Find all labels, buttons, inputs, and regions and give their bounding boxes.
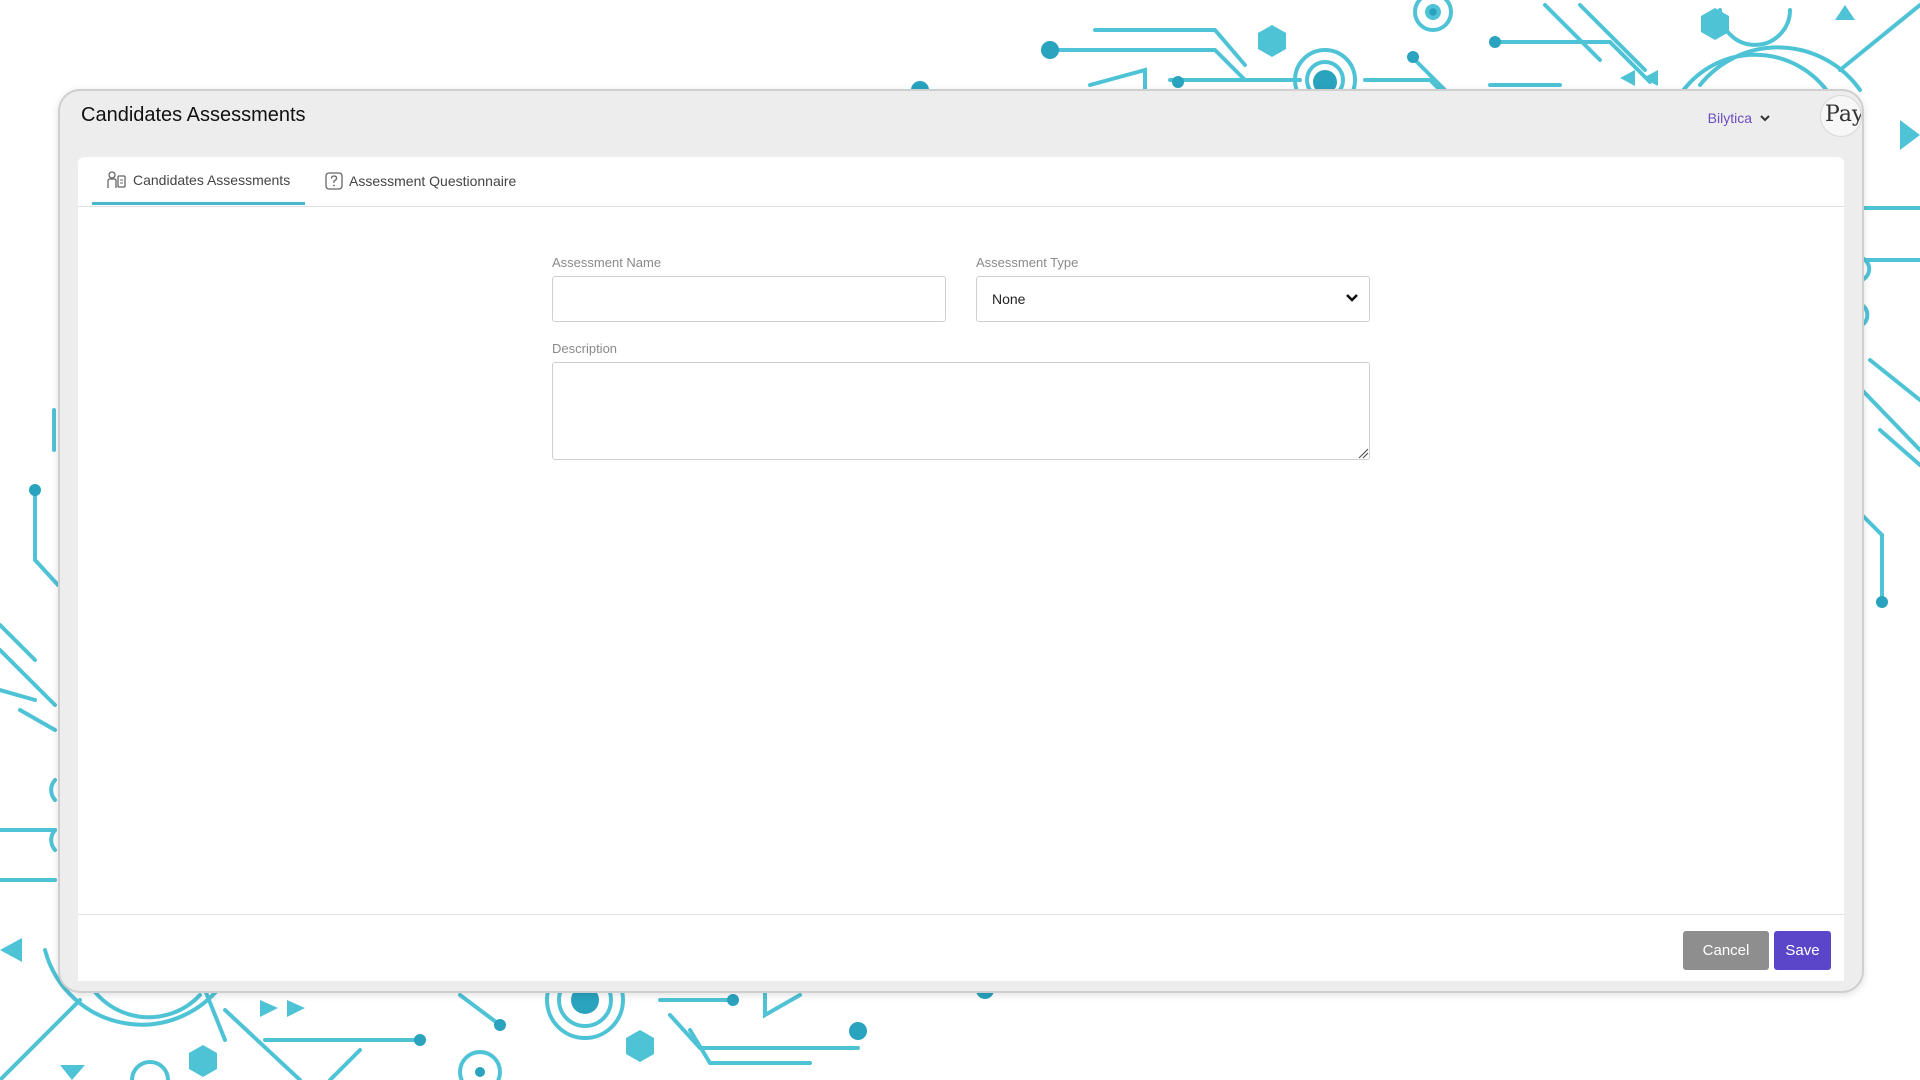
description-textarea[interactable] (552, 362, 1370, 460)
assessment-type-select[interactable]: None (976, 276, 1370, 322)
dialog-titlebar: Candidates Assessments Bilytica Pay (60, 91, 1862, 157)
save-button[interactable]: Save (1774, 931, 1831, 970)
assessment-type-selected-value: None (992, 291, 1026, 307)
footer-divider (78, 914, 1844, 915)
main-panel: Candidates Assessments Assessment Questi… (78, 157, 1844, 981)
question-box-icon (325, 172, 343, 190)
tab-assessment-questionnaire[interactable]: Assessment Questionnaire (310, 157, 531, 205)
description-label: Description (552, 341, 618, 356)
org-switcher[interactable]: Bilytica (1708, 110, 1772, 126)
assessment-type-label: Assessment Type (976, 255, 1079, 270)
assessment-dialog-window: Candidates Assessments Bilytica Pay Cand… (58, 89, 1864, 993)
assessment-name-label: Assessment Name (552, 255, 662, 270)
assessment-people-icon (107, 170, 126, 188)
tab-candidates-assessments[interactable]: Candidates Assessments (92, 157, 306, 205)
resize-grip-icon[interactable] (1357, 447, 1369, 459)
dialog-title: Candidates Assessments (81, 104, 306, 126)
tab-label: Candidates Assessments (133, 171, 291, 188)
app-logo: Pay (1820, 95, 1862, 137)
org-name-label: Bilytica (1707, 110, 1752, 126)
tab-bar: Candidates Assessments Assessment Questi… (78, 157, 1844, 207)
chevron-down-icon (1346, 294, 1358, 302)
tab-label: Assessment Questionnaire (349, 173, 517, 189)
assessment-name-input[interactable] (552, 276, 946, 322)
chevron-down-icon (1760, 115, 1770, 122)
description-wrapper (552, 362, 1370, 460)
cancel-button[interactable]: Cancel (1683, 931, 1769, 970)
